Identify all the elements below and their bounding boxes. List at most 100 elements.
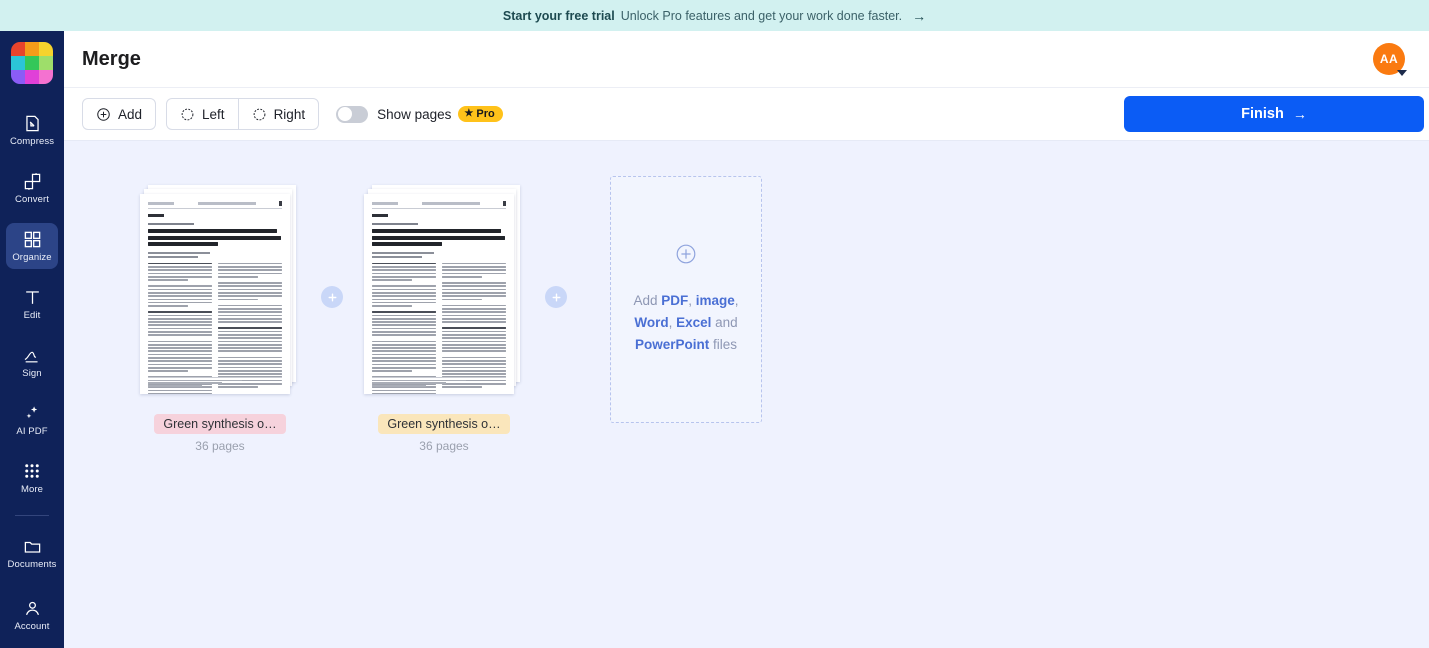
dropzone-type-excel: Excel xyxy=(676,315,712,330)
free-trial-banner[interactable]: Start your free trial Unlock Pro feature… xyxy=(0,0,1429,31)
ai-pdf-icon xyxy=(23,403,42,423)
rotate-right-button[interactable]: Right xyxy=(237,98,320,130)
paper-authors xyxy=(148,223,194,226)
finish-button-label: Finish xyxy=(1241,106,1284,122)
sidebar-item-account[interactable]: Account xyxy=(6,592,58,638)
sign-icon xyxy=(22,345,42,365)
sidebar: Compress Convert Organize Edit Sign AI P… xyxy=(0,31,64,648)
sidebar-item-label: AI PDF xyxy=(16,426,48,437)
paper-kicker xyxy=(372,214,388,217)
paper-meta xyxy=(372,255,422,258)
file-thumbnail[interactable] xyxy=(140,185,300,400)
show-pages-toggle[interactable]: Show pages xyxy=(336,105,452,123)
star-icon: ★ xyxy=(464,108,474,119)
file-card[interactable]: Green synthesis o… 36 pages xyxy=(364,185,524,453)
file-name-label[interactable]: Green synthesis o… xyxy=(378,414,510,434)
more-grid-icon xyxy=(23,461,41,481)
body-row: Compress Convert Organize Edit Sign AI P… xyxy=(0,31,1429,648)
sidebar-item-sign[interactable]: Sign xyxy=(6,339,58,385)
pro-badge-label: Pro xyxy=(476,108,495,120)
dropzone-comma: , xyxy=(734,293,739,308)
dropzone-prefix: Add xyxy=(633,293,662,308)
sidebar-item-more[interactable]: More xyxy=(6,455,58,501)
logo-grid-icon xyxy=(11,42,53,84)
sidebar-nav-list: Compress Convert Organize Edit Sign AI P… xyxy=(0,107,64,588)
add-button-label: Add xyxy=(118,106,143,122)
rotate-left-label: Left xyxy=(202,106,225,122)
sidebar-item-label: Edit xyxy=(23,310,41,321)
sidebar-item-label: Account xyxy=(14,621,50,632)
paper-meta xyxy=(148,252,210,255)
arrow-right-icon: → xyxy=(912,7,927,24)
app-logo[interactable] xyxy=(0,31,64,95)
sidebar-divider xyxy=(15,515,49,516)
convert-icon xyxy=(23,171,42,191)
dropzone-type-powerpoint: PowerPoint xyxy=(634,337,710,352)
organize-icon xyxy=(23,229,42,249)
paper-content xyxy=(140,194,290,394)
banner-subtext: Unlock Pro features and get your work do… xyxy=(620,8,903,23)
file-card[interactable]: Green synthesis o… 36 pages xyxy=(140,185,300,453)
paper-kicker xyxy=(148,214,164,217)
rotate-right-icon xyxy=(252,107,267,122)
toggle-track xyxy=(336,105,369,123)
compress-icon xyxy=(23,113,42,133)
main-area: Merge AA Add Left Right Show pages ★ Pro… xyxy=(64,31,1429,648)
chevron-down-icon xyxy=(1397,70,1407,76)
sidebar-item-label: Organize xyxy=(12,252,52,263)
add-button[interactable]: Add xyxy=(82,98,157,130)
app-header: Merge AA xyxy=(64,31,1429,88)
finish-button[interactable]: Finish → xyxy=(1124,96,1424,132)
edit-icon xyxy=(23,287,42,307)
sidebar-item-ai-pdf[interactable]: AI PDF xyxy=(6,397,58,443)
sidebar-item-label: Compress xyxy=(9,136,55,147)
toolbar: Add Left Right Show pages ★ Pro Finish → xyxy=(64,88,1429,141)
insert-file-button[interactable] xyxy=(321,286,343,308)
sidebar-item-label: Documents xyxy=(7,559,57,570)
files-row: Green synthesis o… 36 pages Green synthe… xyxy=(64,176,1429,453)
paper-header xyxy=(372,201,506,209)
dropzone-type-pdf: PDF xyxy=(661,293,689,308)
plus-circle-icon xyxy=(96,107,111,122)
sidebar-item-compress[interactable]: Compress xyxy=(6,107,58,153)
account-menu-button[interactable]: AA xyxy=(1373,43,1407,76)
dropzone-comma: , xyxy=(688,293,696,308)
folder-icon xyxy=(23,536,42,556)
dropzone-comma: , xyxy=(668,315,677,330)
add-files-dropzone[interactable]: Add PDF, image, Word, Excel and PowerPoi… xyxy=(610,176,762,423)
show-pages-label: Show pages xyxy=(377,106,452,122)
paper-meta xyxy=(372,252,434,255)
insert-file-button[interactable] xyxy=(545,286,567,308)
page-preview xyxy=(364,194,514,394)
paper-title xyxy=(148,229,282,247)
paper-footer xyxy=(372,374,506,388)
pro-badge[interactable]: ★ Pro xyxy=(458,106,503,122)
paper-footer xyxy=(148,374,282,388)
rotate-right-label: Right xyxy=(273,106,306,122)
sidebar-item-documents[interactable]: Documents xyxy=(6,530,58,576)
sidebar-item-convert[interactable]: Convert xyxy=(6,165,58,211)
merge-app-window: Start your free trial Unlock Pro feature… xyxy=(0,0,1429,648)
file-name-label[interactable]: Green synthesis o… xyxy=(154,414,286,434)
dropzone-type-image: image xyxy=(695,293,735,308)
file-page-count: 36 pages xyxy=(195,439,245,453)
sidebar-item-label: Convert xyxy=(15,194,49,205)
page-title: Merge xyxy=(82,47,141,70)
banner-headline: Start your free trial xyxy=(502,8,615,23)
merge-canvas: Green synthesis o… 36 pages Green synthe… xyxy=(64,141,1429,648)
user-icon xyxy=(23,598,42,618)
dropzone-and: and xyxy=(711,315,738,330)
plus-icon xyxy=(552,293,560,301)
plus-circle-icon xyxy=(675,243,697,270)
rotate-left-icon xyxy=(180,107,195,122)
rotate-left-button[interactable]: Left xyxy=(166,98,239,130)
toggle-knob xyxy=(337,107,352,121)
file-thumbnail[interactable] xyxy=(364,185,524,400)
paper-header xyxy=(148,201,282,209)
dropzone-type-word: Word xyxy=(634,315,669,330)
file-page-count: 36 pages xyxy=(419,439,469,453)
sidebar-item-label: Sign xyxy=(22,368,42,379)
sidebar-item-label: More xyxy=(20,484,44,495)
sidebar-item-organize[interactable]: Organize xyxy=(6,223,58,269)
sidebar-item-edit[interactable]: Edit xyxy=(6,281,58,327)
